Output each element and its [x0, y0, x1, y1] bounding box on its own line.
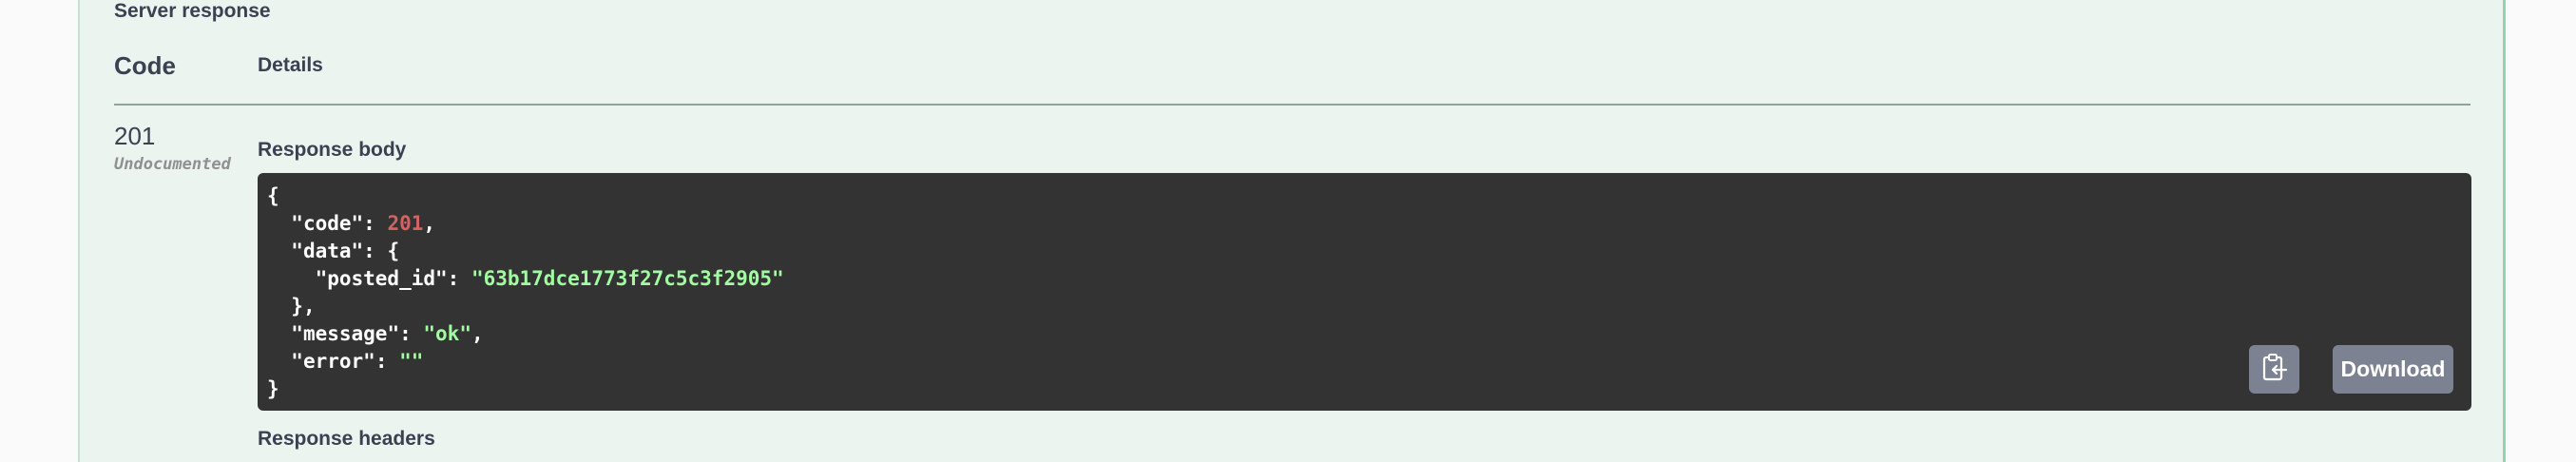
json-key-posted-id: "posted_id" — [315, 267, 448, 290]
response-undocumented-label: Undocumented — [114, 155, 231, 174]
json-value-code: 201 — [387, 212, 424, 235]
server-response-title: Server response — [114, 0, 271, 22]
json-key-code: "code" — [291, 212, 364, 235]
column-header-code: Code — [114, 51, 176, 80]
json-value-message: "ok" — [423, 322, 471, 345]
json-key-error: "error" — [291, 350, 375, 373]
download-button[interactable]: Download — [2333, 345, 2453, 394]
json-open-brace: { — [267, 184, 279, 207]
column-header-details: Details — [258, 54, 323, 76]
json-close-brace: } — [267, 377, 279, 400]
header-divider — [114, 104, 2470, 106]
clipboard-copy-icon — [2262, 353, 2287, 386]
json-data-close: }, — [291, 295, 316, 318]
json-value-error: "" — [399, 350, 424, 373]
json-key-message: "message" — [291, 322, 400, 345]
response-headers-label: Response headers — [258, 428, 435, 450]
response-status-code: 201 — [114, 122, 156, 150]
copy-to-clipboard-button[interactable] — [2249, 345, 2299, 394]
response-body-code-block[interactable]: { "code": 201, "data": { "posted_id": "6… — [258, 173, 2471, 411]
json-value-posted-id: "63b17dce1773f27c5c3f2905" — [471, 267, 784, 290]
json-key-data: "data" — [291, 240, 364, 262]
response-body-json[interactable]: { "code": 201, "data": { "posted_id": "6… — [267, 183, 784, 403]
response-body-label: Response body — [258, 139, 407, 161]
